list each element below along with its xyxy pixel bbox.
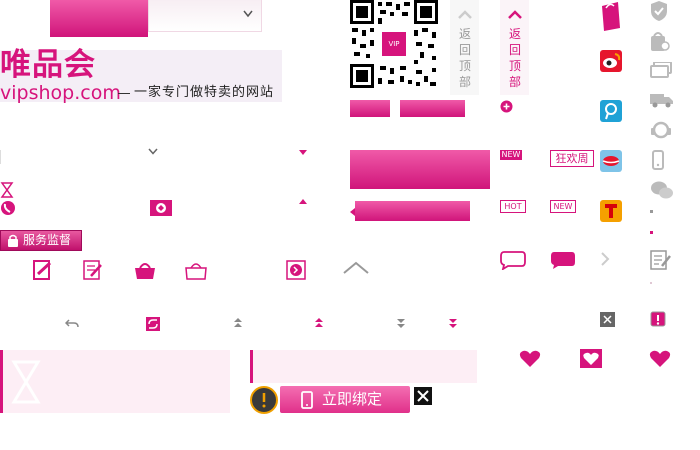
heart-icon[interactable] bbox=[519, 349, 541, 368]
sort-down-gray-icon[interactable] bbox=[396, 317, 406, 329]
logo-chinese: 唯品会 bbox=[0, 47, 96, 83]
bind-now-button[interactable]: 立即绑定 bbox=[280, 386, 410, 413]
back-to-top-char: 顶 bbox=[509, 59, 522, 73]
refund-bag-icon bbox=[651, 32, 670, 51]
badge-carnival: 狂欢周 bbox=[550, 150, 594, 167]
back-to-top-char: 返 bbox=[509, 27, 522, 41]
chevron-down-icon[interactable] bbox=[148, 148, 158, 156]
chat-bubble-filled-icon[interactable] bbox=[550, 250, 576, 270]
qr-center-logo: VIP bbox=[382, 32, 406, 56]
tencent-weibo-icon[interactable] bbox=[600, 100, 622, 122]
qr-code: VIP bbox=[350, 0, 438, 88]
warning-circle-icon bbox=[250, 386, 278, 414]
gift-pink-icon bbox=[150, 200, 172, 216]
back-to-top-char: 部 bbox=[509, 75, 522, 89]
edit-note-outline-icon[interactable] bbox=[83, 260, 103, 280]
gray-dot bbox=[650, 210, 653, 213]
sort-down-pink-icon[interactable] bbox=[448, 317, 458, 329]
logo-separator bbox=[118, 93, 130, 94]
bind-now-label: 立即绑定 bbox=[322, 390, 383, 408]
undo-icon[interactable] bbox=[65, 318, 79, 330]
service-badge[interactable]: 服务监督 bbox=[0, 230, 82, 251]
delivery-truck-icon bbox=[650, 94, 673, 108]
back-to-top-char: 回 bbox=[509, 43, 522, 57]
faint-dot bbox=[650, 282, 652, 284]
dropdown-box[interactable] bbox=[148, 0, 262, 32]
mobile-phone-white-icon bbox=[301, 391, 313, 409]
alert-pink-icon bbox=[650, 311, 666, 327]
pink-dot bbox=[650, 231, 653, 234]
service-badge-label: 服务监督 bbox=[23, 233, 72, 247]
edit-note-gray-icon bbox=[650, 250, 671, 270]
medium-pink-button[interactable] bbox=[400, 100, 465, 117]
badge-new-outline: NEW bbox=[550, 200, 576, 213]
chevron-up-icon bbox=[458, 10, 472, 19]
refresh-pink-icon[interactable] bbox=[146, 317, 160, 331]
logo-slogan: 一家专门做特卖的网站 bbox=[134, 85, 275, 100]
caret-up-icon[interactable] bbox=[299, 199, 307, 204]
customer-service-icon bbox=[651, 121, 671, 139]
back-to-top-char: 回 bbox=[459, 43, 472, 57]
pale-panel-left bbox=[0, 350, 230, 413]
wechat-icon bbox=[651, 181, 673, 199]
hourglass-watermark-icon bbox=[11, 360, 41, 404]
small-pink-button[interactable] bbox=[350, 100, 390, 117]
heart-square-icon[interactable] bbox=[580, 349, 602, 368]
chevron-right-icon[interactable] bbox=[600, 251, 610, 267]
close-box-gray-icon[interactable] bbox=[600, 312, 615, 327]
close-box-icon[interactable] bbox=[413, 386, 433, 406]
douban-lips-icon[interactable] bbox=[600, 150, 622, 172]
chevron-up-icon bbox=[508, 10, 522, 19]
shopping-bag-icon[interactable] bbox=[134, 260, 156, 280]
shopping-bag-outline-icon[interactable] bbox=[185, 260, 207, 280]
back-to-top-char: 顶 bbox=[459, 59, 472, 73]
weibo-icon[interactable] bbox=[600, 50, 622, 72]
back-to-top-char: 部 bbox=[459, 75, 472, 89]
pale-panel-right bbox=[250, 350, 477, 383]
back-to-top-gray[interactable]: 返 回 顶 部 bbox=[450, 0, 479, 95]
back-to-top-pink[interactable]: 返 回 顶 部 bbox=[500, 0, 529, 95]
edit-note-icon[interactable] bbox=[33, 260, 53, 280]
pink-gradient-block bbox=[50, 0, 148, 37]
pink-tab[interactable] bbox=[355, 201, 470, 221]
dropdown-left-edge bbox=[0, 150, 6, 164]
shield-icon bbox=[651, 1, 667, 21]
back-to-top-char: 返 bbox=[459, 27, 472, 41]
phone-circle-icon bbox=[1, 201, 15, 215]
chevron-up-large-icon[interactable] bbox=[342, 261, 370, 275]
taobao-t-icon[interactable] bbox=[600, 200, 622, 222]
sort-up-pink-icon[interactable] bbox=[314, 317, 324, 329]
large-pink-button[interactable] bbox=[350, 150, 490, 189]
chevron-down-icon bbox=[243, 10, 253, 18]
cards-icon bbox=[650, 62, 672, 78]
badge-new: NEW bbox=[500, 150, 522, 160]
sort-up-gray-icon[interactable] bbox=[233, 317, 243, 329]
next-circle-icon[interactable] bbox=[286, 260, 306, 280]
badge-hot: HOT bbox=[500, 200, 526, 213]
heart-icon-2[interactable] bbox=[649, 349, 671, 368]
caret-down-icon[interactable] bbox=[299, 150, 307, 155]
plus-circle-icon[interactable] bbox=[500, 100, 513, 113]
mobile-phone-icon bbox=[652, 150, 664, 170]
shopping-bag-pink-icon[interactable] bbox=[600, 0, 622, 32]
logo-latin: vipshop.com bbox=[0, 82, 121, 104]
hourglass-icon bbox=[0, 182, 14, 198]
chat-bubble-outline-icon[interactable] bbox=[500, 250, 526, 270]
lock-person-icon bbox=[8, 234, 18, 247]
